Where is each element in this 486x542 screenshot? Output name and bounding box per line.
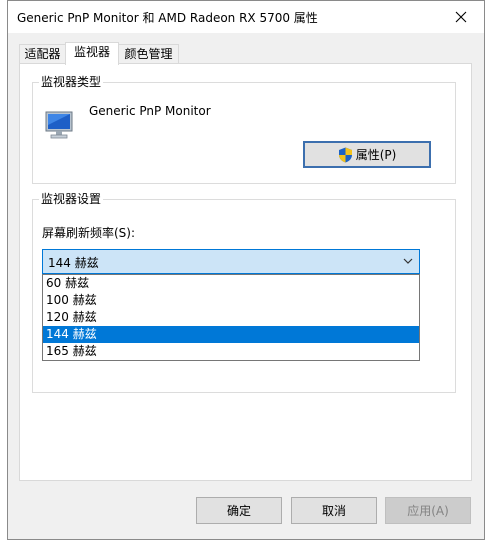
title-bar[interactable]: Generic PnP Monitor 和 AMD Radeon RX 5700… [8, 1, 484, 33]
monitor-tab-panel: 监视器类型 Generic PnP Monitor 属性(P) 监视器设置 屏幕… [19, 63, 472, 481]
close-icon [455, 11, 467, 23]
close-button[interactable] [438, 1, 484, 33]
refresh-option-100[interactable]: 100 赫兹 [43, 292, 419, 309]
refresh-rate-selected: 144 赫兹 [48, 256, 99, 270]
window-title: Generic PnP Monitor 和 AMD Radeon RX 5700… [17, 11, 318, 25]
monitor-type-group: 监视器类型 Generic PnP Monitor 属性(P) [32, 74, 456, 184]
monitor-properties-label: 属性(P) [355, 148, 397, 162]
cancel-button[interactable]: 取消 [291, 497, 377, 524]
refresh-option-165[interactable]: 165 赫兹 [43, 343, 419, 360]
refresh-option-144[interactable]: 144 赫兹 [43, 326, 419, 343]
monitor-type-legend: 监视器类型 [39, 74, 104, 90]
refresh-option-120[interactable]: 120 赫兹 [43, 309, 419, 326]
monitor-settings-group: 监视器设置 屏幕刷新频率(S): 144 赫兹 60 赫兹 100 赫兹 120… [32, 191, 456, 393]
chevron-down-icon [403, 258, 413, 264]
uac-shield-icon [338, 147, 352, 162]
refresh-rate-dropdown[interactable]: 144 赫兹 [42, 249, 420, 274]
tab-adapter[interactable]: 适配器 [19, 44, 66, 64]
refresh-rate-listbox[interactable]: 60 赫兹 100 赫兹 120 赫兹 144 赫兹 165 赫兹 [42, 274, 420, 361]
monitor-properties-button[interactable]: 属性(P) [303, 141, 431, 168]
refresh-option-60[interactable]: 60 赫兹 [43, 275, 419, 292]
ok-button[interactable]: 确定 [196, 497, 282, 524]
monitor-icon [45, 111, 73, 139]
tab-color-management[interactable]: 颜色管理 [118, 44, 179, 64]
properties-dialog: Generic PnP Monitor 和 AMD Radeon RX 5700… [7, 0, 485, 540]
tab-monitor[interactable]: 监视器 [65, 42, 119, 65]
apply-button[interactable]: 应用(A) [385, 497, 471, 524]
monitor-settings-legend: 监视器设置 [39, 191, 104, 207]
monitor-name: Generic PnP Monitor [89, 104, 211, 118]
refresh-rate-label: 屏幕刷新频率(S): [42, 226, 136, 240]
